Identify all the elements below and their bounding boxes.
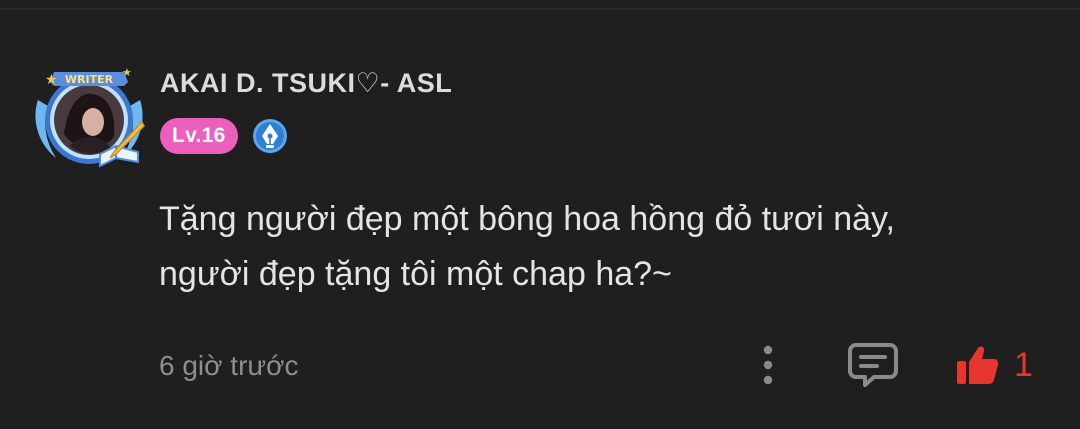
- more-vertical-icon: [763, 345, 773, 385]
- comment-bubble-icon: [848, 343, 898, 387]
- comment-item: WRITER ★ ★ AKAI D. TSUKI♡- ASL Lv.16 Tặn…: [0, 0, 1080, 429]
- thumbs-up-icon: [957, 346, 999, 384]
- like-button[interactable]: 1: [952, 340, 1048, 390]
- comment-footer: 6 giờ trước 1: [0, 340, 1080, 392]
- pen-nib-icon: [252, 118, 288, 154]
- timestamp: 6 giờ trước: [159, 350, 299, 381]
- comment-text-line-2: người đẹp tặng tôi một chap ha?~: [159, 255, 672, 293]
- user-badges: Lv.16: [160, 118, 288, 154]
- writer-banner-text: WRITER: [65, 73, 114, 86]
- comment-text-line-1: Tặng người đẹp một bông hoa hồng đỏ tươi…: [159, 200, 895, 238]
- comment-text: Tặng người đẹp một bông hoa hồng đỏ tươi…: [159, 192, 1039, 302]
- avatar[interactable]: WRITER ★ ★: [30, 62, 148, 170]
- svg-text:★: ★: [45, 72, 58, 88]
- like-count: 1: [1014, 346, 1033, 384]
- username[interactable]: AKAI D. TSUKI♡- ASL: [160, 68, 452, 99]
- reply-button[interactable]: [846, 340, 900, 390]
- more-options-button[interactable]: [750, 342, 786, 388]
- svg-text:★: ★: [122, 66, 132, 79]
- level-badge: Lv.16: [160, 118, 238, 154]
